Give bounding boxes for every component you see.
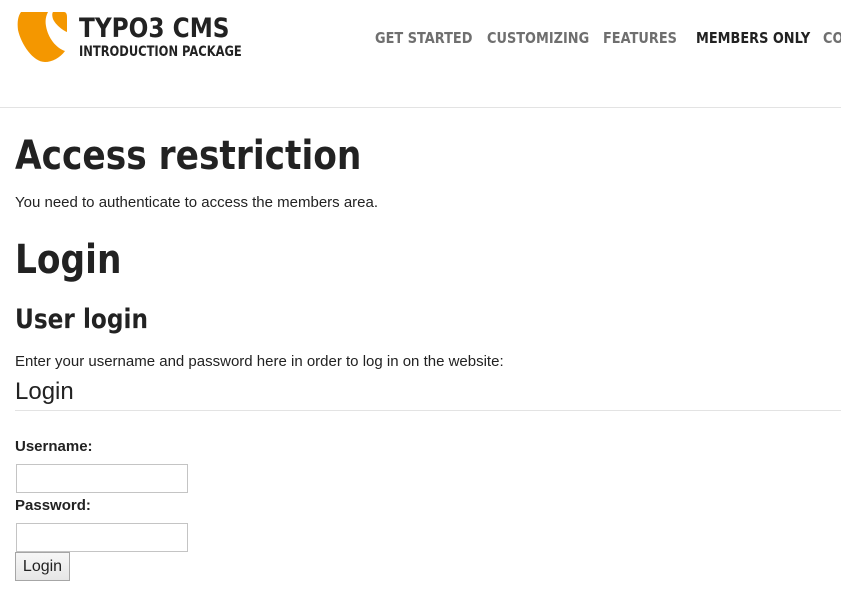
nav-item-customizing[interactable]: CUSTOMIZING [487, 29, 589, 47]
password-label: Password: [15, 497, 91, 514]
username-input[interactable] [16, 464, 188, 493]
access-notice: You need to authenticate to access the m… [15, 194, 379, 211]
nav-item-features[interactable]: FEATURES [603, 29, 677, 47]
nav-item-get-started[interactable]: GET STARTED [375, 29, 472, 47]
nav-item-members-only[interactable]: MEMBERS ONLY [696, 29, 810, 47]
username-label: Username: [15, 438, 93, 455]
login-description: Enter your username and password here in… [15, 353, 504, 370]
user-login-heading: User login [15, 304, 148, 335]
page-title: Access restriction [15, 133, 362, 179]
brand-title: TYPO3 CMS [79, 13, 230, 44]
password-input[interactable] [16, 523, 188, 552]
nav-item-contact[interactable]: CO [823, 29, 841, 47]
login-form-legend: Login [15, 376, 841, 411]
logo-text: TYPO3 CMS INTRODUCTION PACKAGE [79, 13, 278, 61]
login-heading: Login [15, 237, 122, 283]
login-submit-button[interactable]: Login [15, 552, 70, 581]
site-header: TYPO3 CMS INTRODUCTION PACKAGE GET START… [0, 0, 841, 108]
brand-subtitle: INTRODUCTION PACKAGE [79, 44, 242, 60]
typo3-logo-icon [17, 12, 67, 62]
site-logo[interactable]: TYPO3 CMS INTRODUCTION PACKAGE [15, 10, 278, 63]
